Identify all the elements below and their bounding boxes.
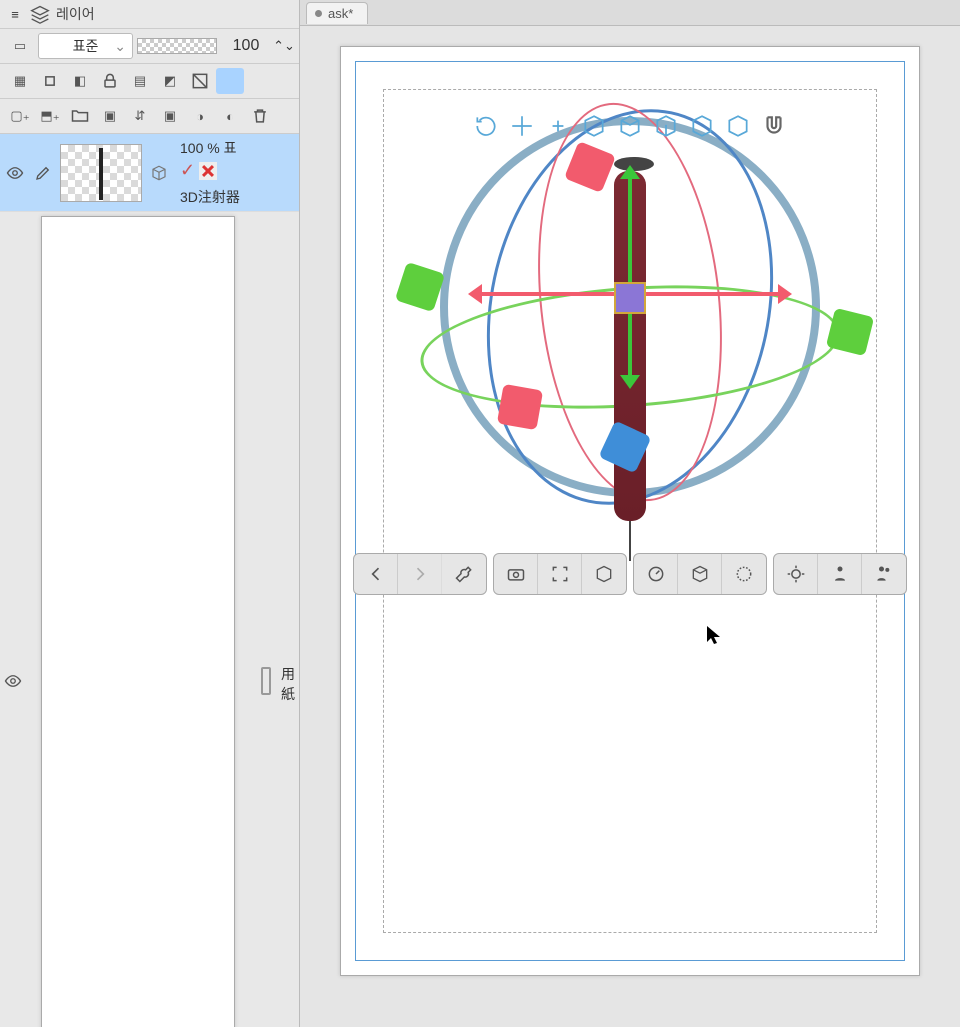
ruler-icon[interactable]: ▤ [126, 68, 154, 94]
layers-icon [30, 4, 50, 24]
tab-label: ask* [328, 6, 353, 21]
clip-icon[interactable]: ◧ [66, 68, 94, 94]
figure-multi-icon[interactable] [862, 554, 906, 594]
apply-mask-icon[interactable]: ◐ [216, 103, 244, 129]
manipulator-icon-row [473, 113, 787, 139]
new-frame-icon[interactable]: ▣ [96, 103, 124, 129]
color-indicator[interactable] [216, 68, 244, 94]
lock-icon[interactable] [96, 68, 124, 94]
rot-camera-icon[interactable] [473, 113, 499, 139]
pan-camera-icon[interactable] [509, 113, 535, 139]
cross-red-icon [199, 162, 217, 180]
new-raster-layer-icon[interactable]: ▢₊ [6, 103, 34, 129]
canvas-area[interactable] [300, 26, 960, 1027]
layer-filter-icon[interactable]: ▭ [6, 33, 34, 59]
light-icon[interactable] [774, 554, 818, 594]
rot-cube-icon[interactable] [678, 554, 722, 594]
layer-panel-header: ≡ 레이어 [0, 0, 299, 29]
mask-icon[interactable]: ◑ [186, 103, 214, 129]
layer-opacity-text: 100 % 표 [180, 138, 236, 158]
check-red-icon: ✓ [180, 160, 195, 181]
wrench-icon-2[interactable] [442, 554, 486, 594]
stepper-icon[interactable]: ⌃⌄ [275, 37, 293, 55]
menu-icon[interactable]: ≡ [6, 5, 24, 23]
zoom-camera-icon[interactable] [545, 113, 571, 139]
opacity-value[interactable]: 100 [221, 37, 271, 55]
transfer-icon[interactable]: ⇵ [126, 103, 154, 129]
layer-panel-title: 레이어 [56, 4, 95, 24]
mask-toggle-icon[interactable] [186, 68, 214, 94]
new-vector-layer-icon[interactable]: ⬒₊ [36, 103, 64, 129]
rotate-dashed-icon[interactable] [722, 554, 766, 594]
ground-cube-icon[interactable] [582, 554, 626, 594]
gizmo-scene[interactable] [410, 97, 850, 577]
scale-obj-icon[interactable] [653, 113, 679, 139]
blend-mode-select[interactable]: 표준 [38, 33, 133, 59]
next-icon[interactable] [398, 554, 442, 594]
layer-name-paper: 用紙 [281, 664, 295, 704]
layer-actions-row-1: ▦ ◧ ▤ ◩ [0, 64, 299, 99]
blend-row: ▭ 표준 100 ⌃⌄ [0, 29, 299, 64]
focus-icon[interactable] [538, 554, 582, 594]
merge-icon[interactable]: ▣ [156, 103, 184, 129]
lock-alpha-icon[interactable] [36, 68, 64, 94]
layer-name-3d: 3D注射器 [180, 187, 295, 207]
cube-badge-icon [150, 164, 168, 182]
layer-row-3d[interactable]: 100 % 표 ✓ 3D注射器 [0, 134, 299, 212]
layer-actions-row-2: ▢₊ ⬒₊ ▣ ⇵ ▣ ◑ ◐ [0, 99, 299, 134]
opacity-slider[interactable] [137, 38, 217, 54]
layer-btn-1[interactable]: ▦ [6, 68, 34, 94]
speed-icon[interactable] [634, 554, 678, 594]
layer-thumb-3d [60, 144, 142, 202]
tab-bar: ask* [300, 0, 960, 26]
y-axis-arrow[interactable] [628, 177, 632, 377]
red-handle-bottom[interactable] [497, 384, 543, 430]
visibility-eye-icon-2[interactable] [4, 672, 22, 690]
paper-canvas[interactable] [340, 46, 920, 976]
unsaved-dot-icon [315, 10, 322, 17]
draft-pencil-icon[interactable] [32, 164, 54, 182]
paper-badge-icon [261, 667, 271, 695]
layer-thumb-paper [41, 216, 235, 1027]
cube4-icon[interactable] [689, 113, 715, 139]
figure-icon[interactable] [818, 554, 862, 594]
rotate-obj-icon[interactable] [617, 113, 643, 139]
layer-list: 100 % 표 ✓ 3D注射器 用紙 [0, 134, 299, 1027]
center-handle[interactable] [614, 282, 646, 314]
move-obj-icon[interactable] [581, 113, 607, 139]
delete-layer-icon[interactable] [246, 103, 274, 129]
camera-icon[interactable] [494, 554, 538, 594]
ref-icon[interactable]: ◩ [156, 68, 184, 94]
prev-icon[interactable] [354, 554, 398, 594]
document-tab[interactable]: ask* [306, 2, 368, 24]
cube5-icon[interactable] [725, 113, 751, 139]
visibility-eye-icon[interactable] [4, 164, 26, 182]
new-folder-icon[interactable] [66, 103, 94, 129]
object-launcher-toolbar [353, 553, 907, 595]
layer-row-paper[interactable]: 用紙 [0, 212, 299, 1027]
magnet-icon[interactable] [761, 113, 787, 139]
